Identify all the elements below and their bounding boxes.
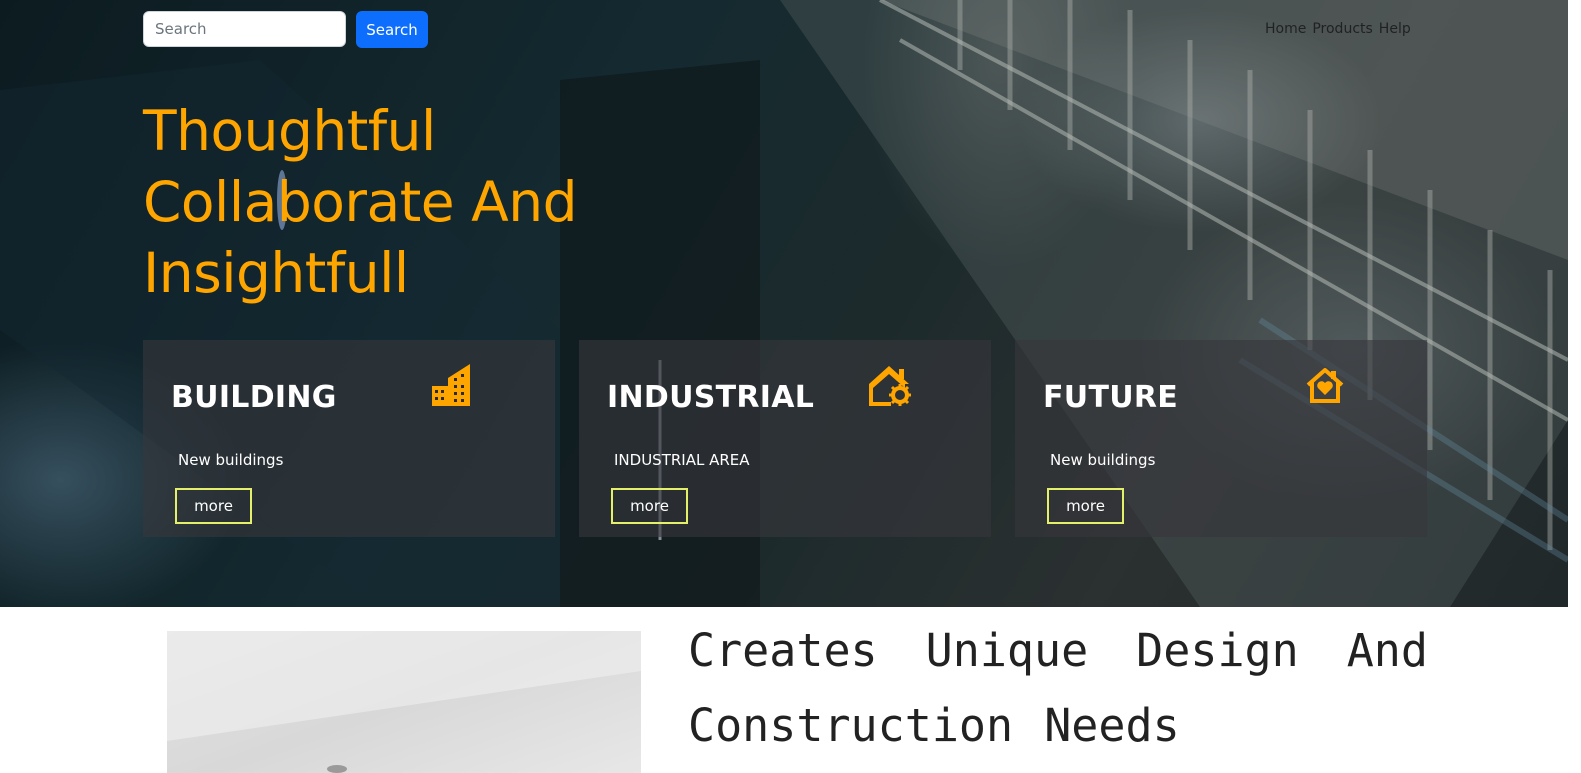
card-title: FUTURE <box>1043 380 1179 415</box>
more-button[interactable]: more <box>611 488 688 524</box>
about-image <box>167 631 641 773</box>
card-title: INDUSTRIAL <box>607 380 815 415</box>
more-button[interactable]: more <box>1047 488 1124 524</box>
hero-title: Thoughtful Collaborate And Insightfull <box>143 99 577 305</box>
office-building-icon <box>432 364 472 410</box>
card-description: INDUSTRIAL AREA <box>614 451 750 469</box>
nav-link-help[interactable]: Help <box>1379 21 1411 37</box>
about-heading: Creates Unique Design And Construction N… <box>688 624 1428 752</box>
top-nav: Home Products Help <box>1265 21 1411 37</box>
house-heart-icon <box>1305 368 1345 408</box>
search-input[interactable] <box>143 11 346 47</box>
card-future: FUTURE New buildings more <box>1015 340 1427 537</box>
card-title: BUILDING <box>171 380 337 415</box>
more-button[interactable]: more <box>175 488 252 524</box>
nav-link-home[interactable]: Home <box>1265 21 1306 37</box>
card-description: New buildings <box>178 451 284 469</box>
hero-section: Search Home Products Help Thoughtful Col… <box>0 0 1568 607</box>
card-industrial: INDUSTRIAL INDUSTRIAL AREA more <box>579 340 991 537</box>
card-building: BUILDING New buildings more <box>143 340 555 537</box>
card-description: New buildings <box>1050 451 1156 469</box>
search-button[interactable]: Search <box>356 11 428 48</box>
about-image-graphic <box>167 631 641 773</box>
house-gear-icon <box>869 366 913 410</box>
nav-link-products[interactable]: Products <box>1312 21 1372 37</box>
